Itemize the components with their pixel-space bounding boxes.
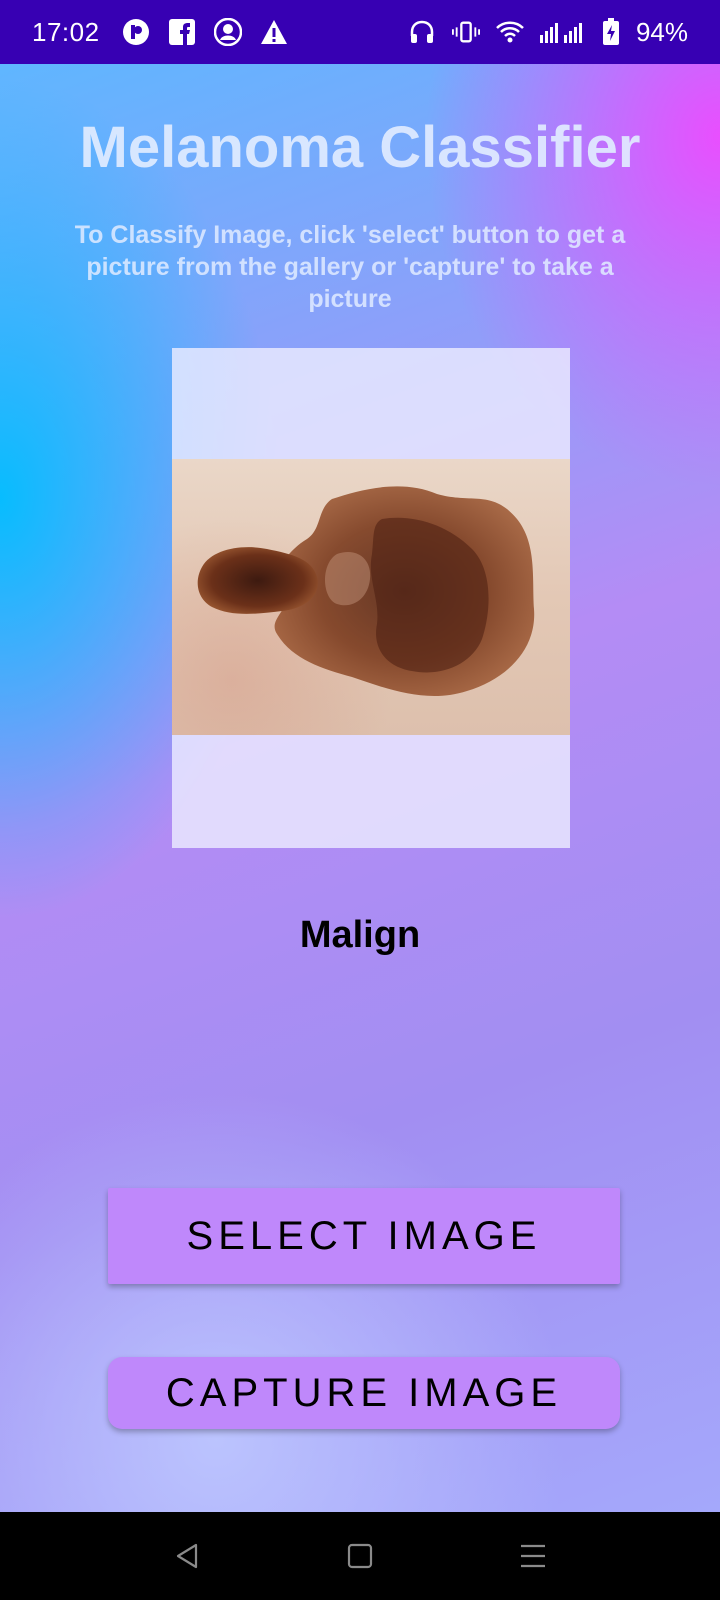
battery-charging-icon [602, 18, 620, 46]
image-preview [172, 348, 570, 848]
select-image-button[interactable]: SELECT IMAGE [108, 1188, 620, 1284]
warning-icon [260, 18, 288, 46]
classification-result: Malign [299, 914, 421, 956]
battery-percentage: 94% [635, 16, 688, 47]
status-bar: 17:02 94% [0, 0, 720, 64]
facebook-icon [168, 18, 196, 46]
status-time: 17:02 [32, 16, 100, 47]
app-notification-icon [122, 18, 150, 46]
home-icon[interactable] [330, 1526, 390, 1586]
signal-icon [539, 18, 586, 46]
vibrate-icon [451, 18, 480, 46]
headset-icon [408, 18, 436, 46]
skin-lesion-photo [172, 459, 570, 735]
app-screen: Melanoma Classifier To Classify Image, c… [0, 64, 720, 1512]
navigation-bar [0, 1512, 720, 1600]
instructions-text: To Classify Image, click 'select' button… [74, 221, 626, 313]
back-icon[interactable] [157, 1526, 217, 1586]
capture-image-button[interactable]: CAPTURE IMAGE [108, 1357, 620, 1429]
contact-badge-icon [213, 18, 242, 46]
menu-icon[interactable] [503, 1526, 563, 1586]
page-title: Melanoma Classifier [79, 115, 641, 180]
wifi-icon [496, 18, 524, 46]
